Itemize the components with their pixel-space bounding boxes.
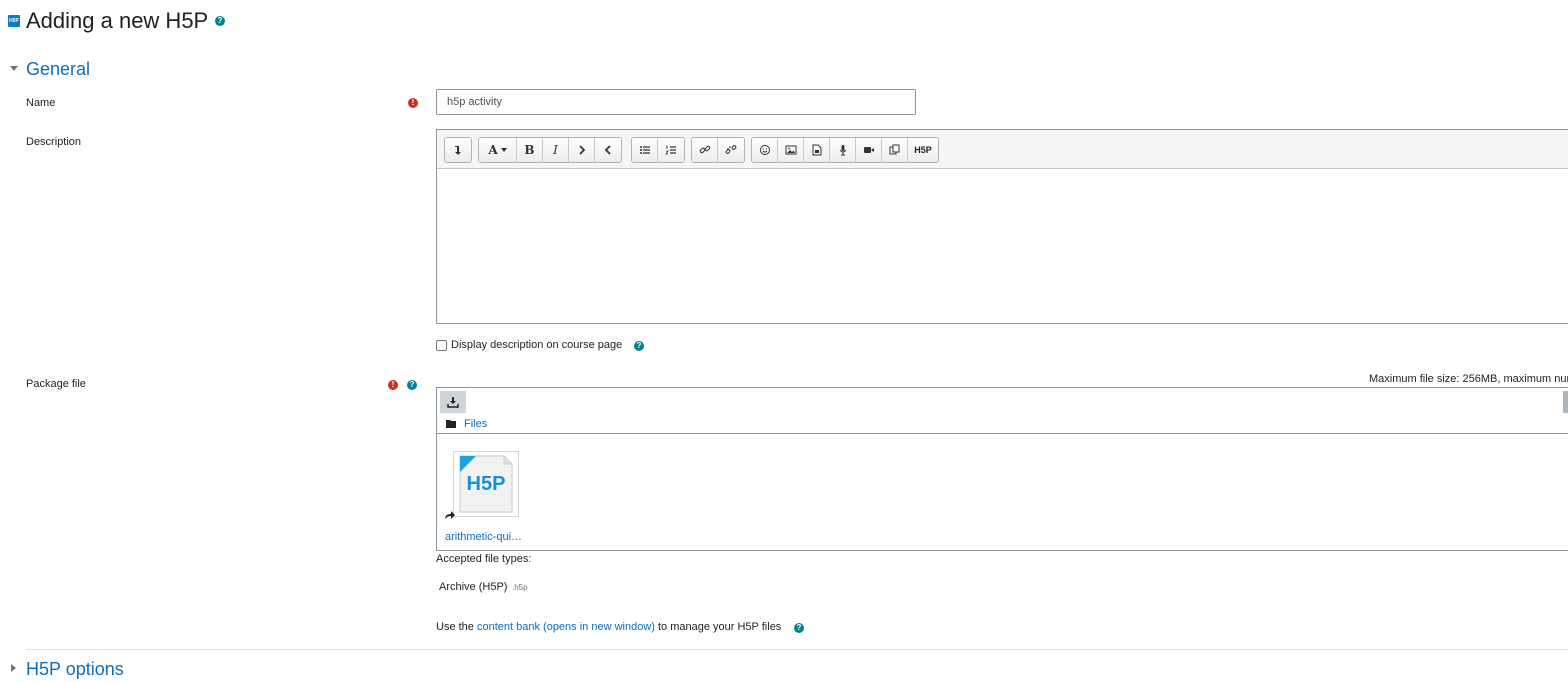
- toolbar-group-style: A B I: [478, 137, 622, 163]
- max-file-size-info: Maximum file size: 256MB, maximum number…: [1369, 373, 1568, 385]
- section-divider: [26, 649, 1568, 650]
- help-icon[interactable]: ?: [634, 341, 644, 351]
- content-bank-suffix: to manage your H5P files: [658, 621, 782, 633]
- help-icon[interactable]: ?: [215, 16, 225, 26]
- content-bank-prefix: Use the: [436, 621, 474, 633]
- help-icon[interactable]: ?: [794, 623, 804, 633]
- file-thumbnail[interactable]: H5P: [453, 451, 519, 517]
- emoji-icon[interactable]: [752, 138, 778, 162]
- view-toggle-button[interactable]: [1563, 391, 1568, 413]
- folder-icon: [446, 419, 456, 431]
- record-audio-icon[interactable]: [830, 138, 856, 162]
- alias-arrow-icon: [444, 510, 456, 523]
- content-bank-link[interactable]: content bank (opens in new window): [477, 621, 655, 633]
- toolbar-group-collapse: [444, 137, 472, 163]
- required-icon: !: [408, 98, 418, 108]
- svg-text:H5P: H5P: [467, 473, 506, 495]
- name-label: Name: [26, 97, 56, 109]
- h5p-icon[interactable]: H5P: [908, 138, 938, 162]
- media-icon[interactable]: [804, 138, 830, 162]
- expand-h5p-options-icon[interactable]: [11, 664, 16, 672]
- italic-icon[interactable]: I: [543, 138, 569, 162]
- font-style-icon[interactable]: A: [479, 138, 517, 162]
- toolbar-group-media: H5P: [751, 137, 939, 163]
- package-file-label: Package file: [26, 378, 86, 390]
- display-description-checkbox[interactable]: [436, 340, 447, 351]
- file-name-link[interactable]: arithmetic-quiz.h5p: [445, 531, 525, 543]
- collapse-general-icon[interactable]: [10, 66, 18, 71]
- description-editor[interactable]: A B I H5P: [436, 129, 1568, 324]
- indent-icon[interactable]: [569, 138, 595, 162]
- unordered-list-icon[interactable]: [632, 138, 658, 162]
- file-manager: Files H5P arithmetic-quiz.h5p: [436, 387, 1568, 551]
- bold-icon[interactable]: B: [517, 138, 543, 162]
- required-icon: !: [388, 380, 398, 390]
- record-video-icon[interactable]: [856, 138, 882, 162]
- collapse-icon[interactable]: [445, 138, 471, 162]
- accepted-types-heading: Accepted file types:: [436, 553, 532, 565]
- h5p-module-icon: H5P: [8, 15, 20, 27]
- outdent-icon[interactable]: [595, 138, 621, 162]
- link-icon[interactable]: [692, 138, 718, 162]
- display-description-label[interactable]: Display description on course page: [451, 339, 622, 351]
- file-manager-toolbar: Files: [437, 388, 1568, 434]
- section-general-toggle[interactable]: General: [26, 58, 90, 80]
- name-input[interactable]: h5p activity: [436, 89, 916, 115]
- h5p-file-icon: H5P: [459, 455, 513, 513]
- page-title: Adding a new H5P: [26, 8, 209, 33]
- help-icon[interactable]: ?: [407, 380, 417, 390]
- manage-files-icon[interactable]: [882, 138, 908, 162]
- toolbar-group-lists: [631, 137, 685, 163]
- download-icon[interactable]: [440, 391, 466, 413]
- files-path-link[interactable]: Files: [464, 418, 487, 430]
- content-bank-line: Use the content bank (opens in new windo…: [436, 621, 781, 633]
- description-label: Description: [26, 136, 82, 148]
- ordered-list-icon[interactable]: [658, 138, 684, 162]
- accepted-type-name: Archive (H5P): [439, 581, 508, 593]
- editor-toolbar: A B I H5P: [437, 130, 1568, 169]
- toolbar-group-links: [691, 137, 745, 163]
- image-icon[interactable]: [778, 138, 804, 162]
- accepted-type-extension: .h5p: [512, 583, 528, 592]
- section-h5p-options-toggle[interactable]: H5P options: [26, 658, 124, 680]
- unlink-icon[interactable]: [718, 138, 744, 162]
